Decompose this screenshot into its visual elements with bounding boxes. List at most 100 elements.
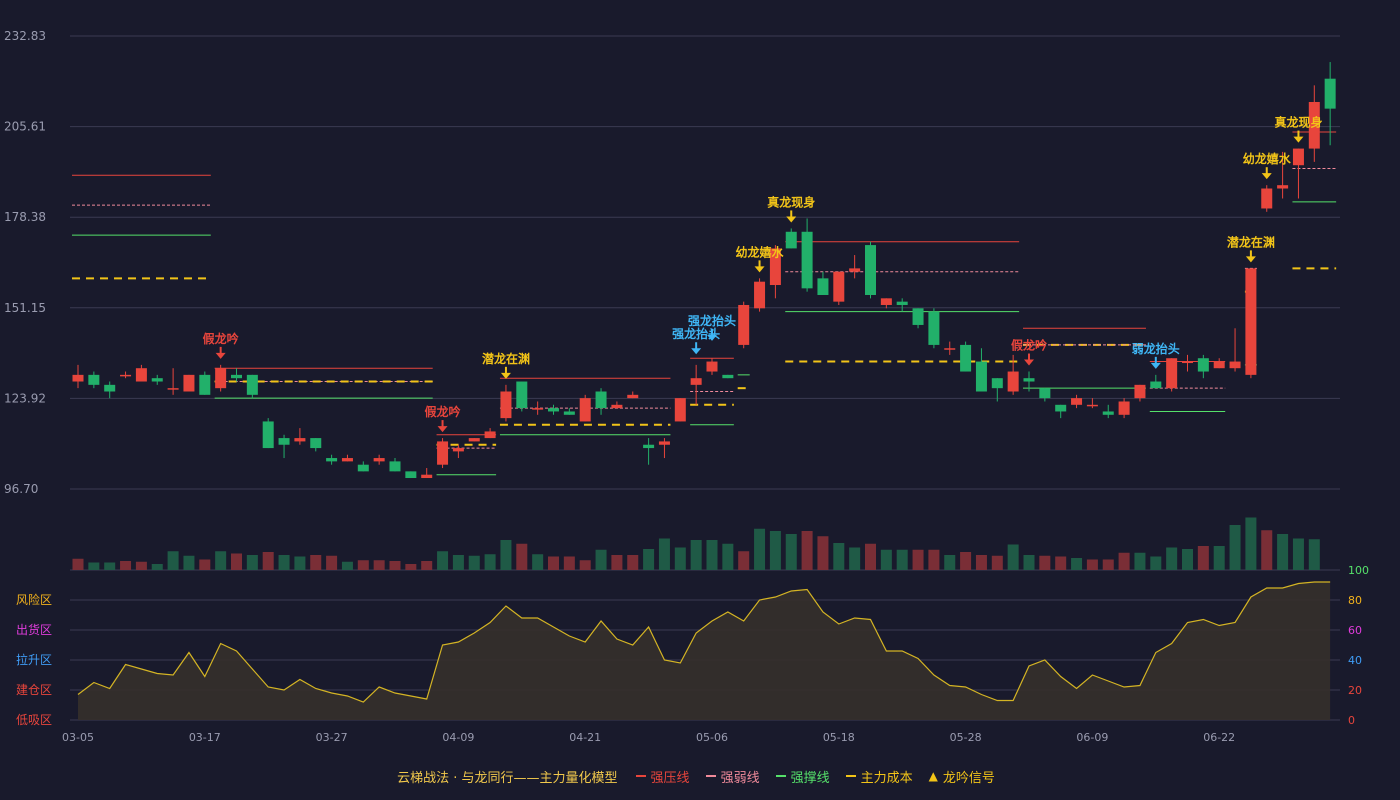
candle-body	[643, 444, 655, 449]
candle-body	[88, 374, 100, 385]
candle-body	[865, 245, 876, 295]
volume-bar	[1213, 546, 1225, 570]
candle-body	[1324, 78, 1336, 109]
osc-scale-label: 100	[1348, 564, 1369, 577]
candle-body	[341, 458, 353, 462]
volume-bar	[72, 558, 84, 570]
candle-body	[437, 441, 449, 465]
candle-body	[151, 378, 163, 382]
osc-scale-label: 60	[1348, 624, 1362, 637]
signal-label: 幼龙嬉水	[1243, 151, 1292, 166]
volume-bar	[960, 552, 972, 570]
candle-body	[135, 368, 147, 382]
volume-bar	[215, 551, 227, 570]
legend-label-strong-press: 强压线	[650, 770, 690, 786]
signal-arrow-icon	[754, 266, 765, 273]
y-tick-label: 123.92	[4, 391, 46, 405]
candle-body	[1071, 398, 1083, 405]
signal-arrow-icon	[1150, 362, 1161, 369]
main-cost-swatch	[845, 775, 856, 777]
legend-item-strong-press[interactable]: 强压线	[635, 767, 690, 786]
x-tick-label: 05-28	[950, 731, 982, 744]
candle-body	[1134, 384, 1146, 399]
candle-body	[928, 311, 940, 345]
osc-scale-label: 20	[1348, 684, 1362, 697]
volume-bar	[928, 549, 940, 570]
candle-body	[1213, 361, 1225, 369]
candle-body	[960, 344, 972, 372]
volume-bar	[1134, 552, 1146, 570]
signal-label: 潜龙在渊	[1227, 234, 1275, 249]
candle-body	[278, 438, 290, 445]
candle-body	[1245, 268, 1257, 375]
legend-item-main-cost[interactable]: 主力成本	[845, 767, 913, 786]
triangle-icon: ▲	[928, 769, 938, 783]
candle-body	[104, 384, 116, 392]
signal-label: 真龙现身	[1274, 115, 1322, 130]
candle-body	[294, 438, 306, 442]
y-tick-label: 151.15	[4, 301, 46, 315]
volume-bar	[151, 564, 163, 570]
legend-item-strong-support[interactable]: 强撑线	[775, 767, 830, 786]
volume-bar	[278, 555, 290, 570]
volume-bar	[849, 547, 861, 570]
volume-bar	[167, 551, 179, 570]
volume-bar	[627, 555, 639, 570]
volume-bar	[944, 555, 956, 570]
x-tick-label: 04-21	[569, 731, 601, 744]
volume-bar	[1292, 538, 1304, 570]
candle-body	[785, 231, 797, 249]
volume-bar	[532, 554, 544, 570]
candle-body	[262, 421, 274, 449]
volume-bar	[1166, 547, 1178, 570]
osc-scale-label: 80	[1348, 594, 1362, 607]
signal-arrow-icon	[1024, 359, 1034, 366]
candle-body	[231, 374, 242, 379]
volume-bar	[405, 564, 417, 570]
signal-arrow-icon	[786, 216, 797, 223]
volume-bar	[1308, 539, 1320, 570]
candle-body	[1229, 361, 1241, 369]
candle-body	[405, 471, 417, 479]
strong-weak-swatch	[705, 775, 716, 777]
legend-item-strong-weak[interactable]: 强弱线	[705, 767, 760, 786]
candle-body	[579, 398, 591, 422]
candle-body	[1166, 358, 1178, 389]
volume-bar	[579, 560, 591, 570]
candle-body	[500, 391, 512, 419]
legend-label-strong-weak: 强弱线	[720, 770, 760, 786]
osc-zone-label: 拉升区	[16, 652, 52, 667]
signal-arrow-icon	[437, 426, 448, 433]
candle-body	[326, 458, 338, 462]
candle-body	[183, 374, 195, 392]
volume-bar	[1039, 555, 1051, 570]
volume-bar	[500, 540, 512, 570]
candle-body	[1261, 188, 1273, 209]
candle-body	[1007, 371, 1019, 392]
volume-bar	[262, 552, 274, 570]
volume-bar	[104, 562, 116, 570]
x-tick-label: 04-09	[442, 731, 474, 744]
volume-bar	[563, 556, 575, 570]
volume-bar	[310, 555, 322, 570]
candle-body	[912, 308, 924, 325]
candle-body	[357, 464, 369, 472]
volume-bar	[658, 538, 670, 570]
candle-body	[120, 374, 132, 377]
volume-bar	[817, 536, 829, 570]
strong-support-swatch	[775, 775, 786, 777]
x-tick-label: 06-09	[1076, 731, 1108, 744]
candle-body	[754, 281, 766, 309]
candle-body	[1277, 185, 1289, 189]
legend-label-main-cost: 主力成本	[860, 770, 913, 786]
candle-body	[627, 394, 639, 399]
signal-label: 幼龙嬉水	[736, 244, 785, 259]
volume-bar	[135, 561, 147, 570]
volume-bar	[373, 560, 385, 570]
candle-body	[880, 298, 892, 305]
legend-item-dragon-signal[interactable]: ▲ 龙吟信号	[929, 767, 995, 786]
volume-bar	[231, 553, 242, 570]
volume-bar	[516, 543, 528, 570]
candle-body	[975, 361, 987, 392]
x-tick-label: 03-17	[189, 731, 221, 744]
